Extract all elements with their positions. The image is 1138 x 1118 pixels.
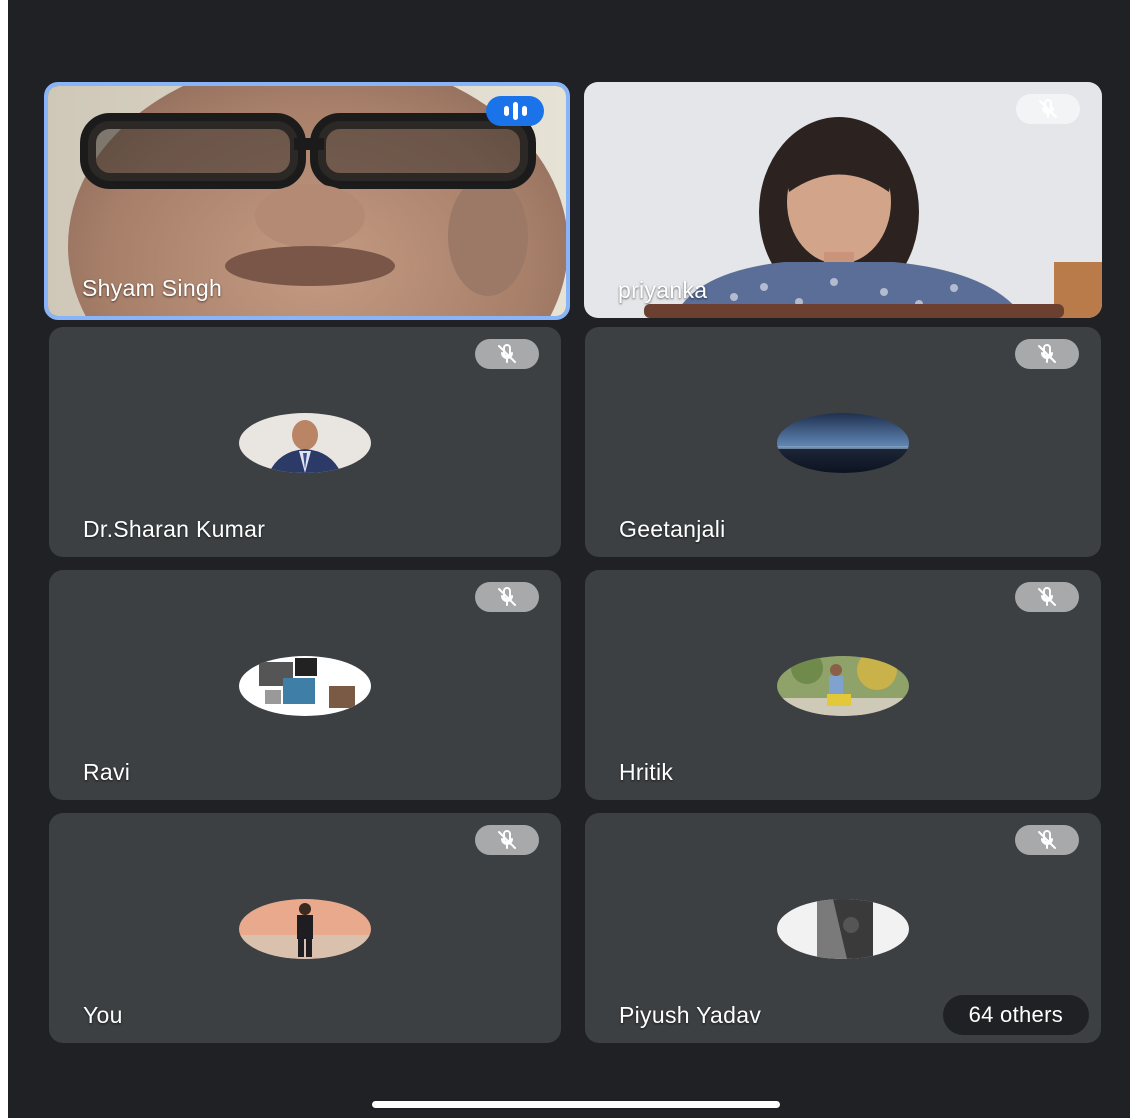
mic-off-icon bbox=[1015, 339, 1079, 369]
participant-name: You bbox=[83, 1002, 123, 1028]
participant-tile-piyush-yadav[interactable]: Piyush Yadav 64 others bbox=[585, 813, 1101, 1043]
mic-off-icon bbox=[475, 825, 539, 855]
mic-off-icon bbox=[475, 582, 539, 612]
mic-off-icon bbox=[1015, 825, 1079, 855]
mic-off-icon bbox=[475, 339, 539, 369]
participant-name: Geetanjali bbox=[619, 516, 726, 542]
meeting-grid: Shyam Singh priyanka Dr.Sharan Kumar Gee… bbox=[8, 0, 1130, 1118]
participant-tile-dr-sharan-kumar[interactable]: Dr.Sharan Kumar bbox=[49, 327, 561, 557]
participant-avatar bbox=[239, 899, 371, 959]
participant-name: Dr.Sharan Kumar bbox=[83, 516, 266, 542]
home-indicator[interactable] bbox=[372, 1101, 780, 1108]
participant-avatar bbox=[777, 899, 909, 959]
participant-name: Ravi bbox=[83, 759, 131, 785]
participant-name: Piyush Yadav bbox=[619, 1002, 762, 1028]
others-count-button[interactable]: 64 others bbox=[942, 995, 1089, 1035]
participant-tile-you[interactable]: You bbox=[49, 813, 561, 1043]
participant-avatar bbox=[239, 413, 371, 473]
participant-tile-priyanka[interactable]: priyanka bbox=[584, 82, 1102, 318]
mic-off-icon bbox=[1016, 94, 1080, 124]
participant-avatar bbox=[777, 413, 909, 473]
participant-tile-hritik[interactable]: Hritik bbox=[585, 570, 1101, 800]
participant-tile-geetanjali[interactable]: Geetanjali bbox=[585, 327, 1101, 557]
participant-tile-shyam-singh[interactable]: Shyam Singh bbox=[44, 82, 570, 320]
participant-name: Hritik bbox=[619, 759, 674, 785]
participant-name: Shyam Singh bbox=[82, 275, 223, 301]
participant-name: priyanka bbox=[618, 277, 708, 303]
mic-off-icon bbox=[1015, 582, 1079, 612]
participant-avatar bbox=[239, 656, 371, 716]
audio-level-icon bbox=[486, 96, 544, 126]
participant-tile-ravi[interactable]: Ravi bbox=[49, 570, 561, 800]
participant-avatar bbox=[777, 656, 909, 716]
